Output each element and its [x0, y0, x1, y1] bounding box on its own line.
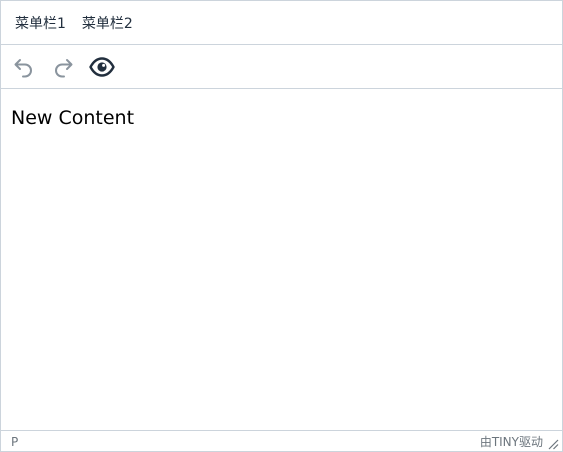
redo-button[interactable]	[46, 50, 80, 84]
content-paragraph[interactable]: New Content	[11, 107, 134, 129]
menu-item-2[interactable]: 菜单栏2	[76, 13, 139, 33]
undo-button[interactable]	[7, 50, 41, 84]
eye-icon	[89, 56, 115, 77]
redo-icon	[55, 58, 73, 77]
undo-icon	[14, 58, 32, 77]
menu-item-1[interactable]: 菜单栏1	[9, 13, 72, 33]
preview-button[interactable]	[85, 50, 119, 84]
toolbar	[1, 45, 562, 89]
statusbar: P 由TINY驱动	[1, 430, 562, 451]
branding-link[interactable]: 由TINY驱动	[480, 433, 543, 450]
element-path[interactable]: P	[11, 435, 18, 449]
resize-handle-icon[interactable]	[547, 438, 559, 450]
menubar: 菜单栏1 菜单栏2	[1, 1, 562, 45]
rich-text-editor: 菜单栏1 菜单栏2 New Content P 由TINY驱动	[0, 0, 563, 452]
editor-content-area[interactable]: New Content	[1, 89, 562, 430]
